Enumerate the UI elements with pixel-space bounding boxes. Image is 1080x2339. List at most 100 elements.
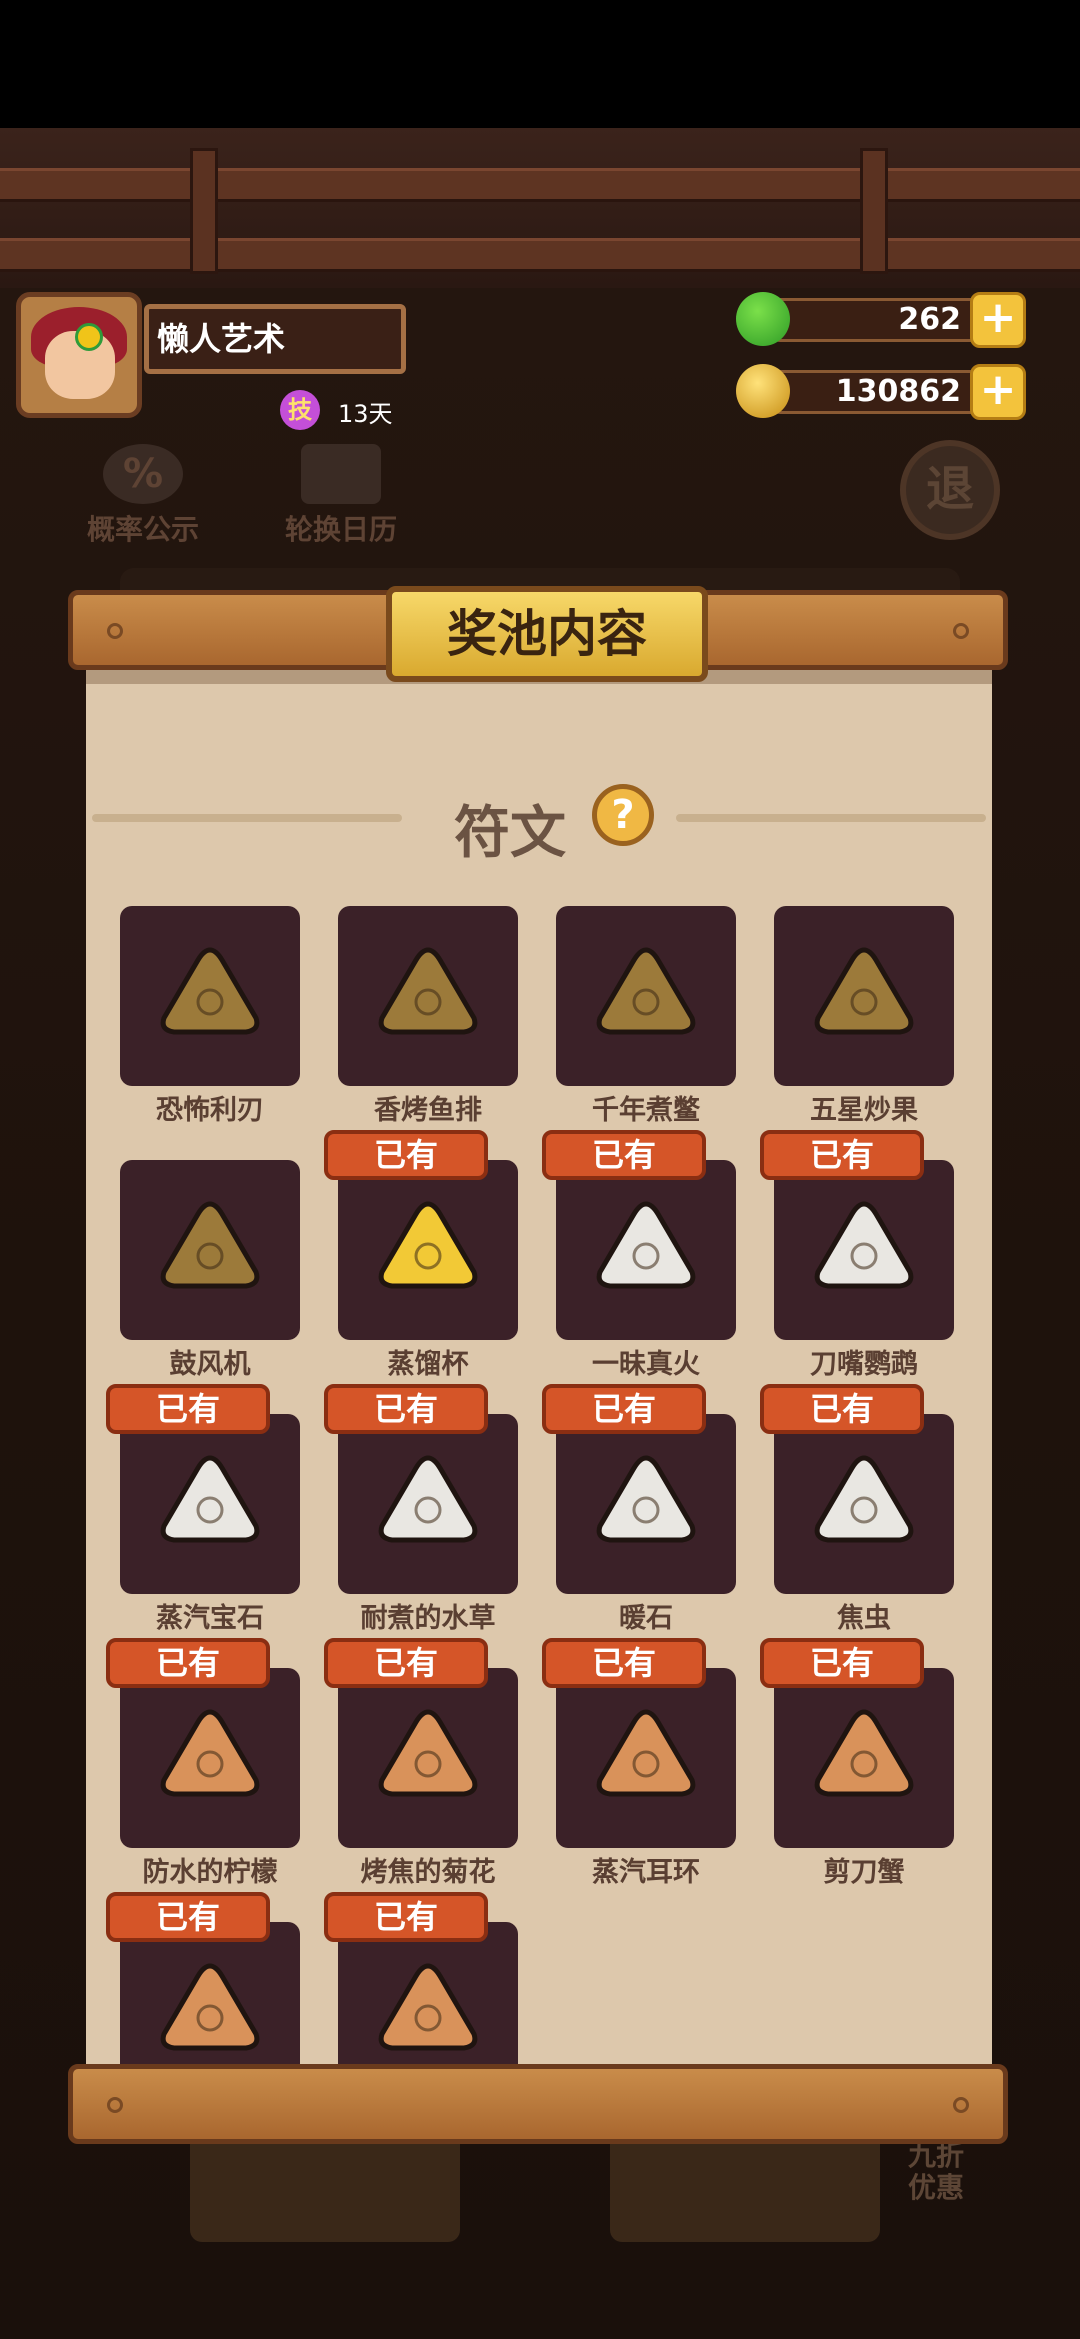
- roof-beam: [0, 238, 1080, 272]
- rune-name: 防水的柠檬: [142, 1857, 278, 1888]
- rune-name: 千年煮鳖: [592, 1095, 700, 1126]
- owned-tag: 已有: [760, 1130, 924, 1180]
- roof-beams: [0, 128, 1080, 288]
- rune-item[interactable]: 蒸馏杯 已有: [324, 1130, 518, 1380]
- rune-item[interactable]: 剪刀蟹 已有: [760, 1638, 954, 1888]
- exit-button[interactable]: 退: [900, 440, 1000, 540]
- add-jade-button[interactable]: +: [970, 292, 1026, 348]
- rune-name: 剪刀蟹: [823, 1857, 905, 1888]
- player-name: 懒人艺术: [144, 304, 406, 374]
- owned-tag: 已有: [324, 1130, 488, 1180]
- probability-button[interactable]: % 概率公示: [78, 444, 208, 548]
- rune-item[interactable]: 千年煮鳖: [556, 906, 736, 1126]
- rune-icon: [160, 947, 260, 1035]
- discount-label: 九折优惠: [907, 2139, 964, 2204]
- jade-counter: 262 +: [736, 292, 1026, 348]
- roof-strut: [860, 148, 888, 274]
- owned-tag: 已有: [106, 1384, 270, 1434]
- rune-icon: [814, 1709, 914, 1797]
- scroll-bottom-rod: [68, 2064, 1008, 2144]
- rune-item[interactable]: 暖石 已有: [542, 1384, 736, 1634]
- owned-tag: 已有: [324, 1638, 488, 1688]
- rune-name: 恐怖利刃: [156, 1095, 264, 1126]
- ten-draw-button[interactable]: [610, 2132, 880, 2242]
- rune-name: 刀嘴鹦鹉: [810, 1349, 918, 1380]
- rune-name: 五星炒果: [810, 1095, 918, 1126]
- rune-icon: [596, 1455, 696, 1543]
- calendar-icon: [301, 444, 381, 504]
- rune-name: 香烤鱼排: [374, 1095, 482, 1126]
- rod-knob: [107, 623, 123, 639]
- rune-item[interactable]: 五星炒果: [774, 906, 954, 1126]
- add-coins-button[interactable]: +: [970, 364, 1026, 420]
- rune-item[interactable]: 蒸汽耳环 已有: [542, 1638, 736, 1888]
- rune-name: 蒸汽耳环: [592, 1857, 700, 1888]
- owned-tag: 已有: [106, 1638, 270, 1688]
- rune-name: 暖石: [619, 1603, 673, 1634]
- rune-item[interactable]: 已有: [324, 1892, 518, 2066]
- rune-item[interactable]: 耐煮的水草 已有: [324, 1384, 518, 1634]
- owned-tag: 已有: [542, 1130, 706, 1180]
- rod-knob: [953, 623, 969, 639]
- jade-icon: [736, 292, 790, 346]
- section-title: 符文: [454, 801, 566, 866]
- rune-item[interactable]: 鼓风机: [120, 1160, 300, 1380]
- rune-name: 一昧真火: [592, 1349, 700, 1380]
- owned-tag: 已有: [542, 1638, 706, 1688]
- help-button[interactable]: ?: [592, 784, 654, 846]
- calendar-label: 轮换日历: [284, 513, 397, 546]
- calendar-button[interactable]: 轮换日历: [276, 444, 406, 548]
- rune-icon: [160, 1455, 260, 1543]
- percent-icon: %: [103, 444, 183, 504]
- divider-right: [676, 814, 986, 822]
- rune-name: 蒸馏杯: [387, 1349, 469, 1380]
- single-draw-button[interactable]: [190, 2132, 460, 2242]
- status-bar: [0, 0, 1080, 128]
- rune-icon: [814, 1201, 914, 1289]
- rune-item[interactable]: 蒸汽宝石 已有: [106, 1384, 300, 1634]
- rune-name: 鼓风机: [169, 1349, 251, 1380]
- pool-title: 奖池内容: [386, 586, 708, 682]
- rune-icon: [596, 1201, 696, 1289]
- owned-tag: 已有: [324, 1892, 488, 1942]
- rune-item[interactable]: 防水的柠檬 已有: [106, 1638, 300, 1888]
- roof-strut: [190, 148, 218, 274]
- skill-days: 13天: [338, 400, 393, 428]
- pool-content-panel: 符文 ? 恐怖利刃 香烤鱼排 千年煮鳖 五星炒果 鼓风机 蒸馏杯 已有 一昧真火 已有 刀嘴鹦鹉已…: [86, 660, 992, 2066]
- rune-name: 蒸汽宝石: [156, 1603, 264, 1634]
- rune-item[interactable]: 刀嘴鹦鹉 已有: [760, 1130, 954, 1380]
- rune-section-header: 符文 ?: [86, 780, 992, 866]
- rune-icon: [160, 1201, 260, 1289]
- rune-name: 烤焦的菊花: [360, 1857, 496, 1888]
- rune-grid: 恐怖利刃 香烤鱼排 千年煮鳖 五星炒果 鼓风机 蒸馏杯 已有 一昧真火 已有 刀嘴鹦鹉 已有 蒸汽宝石…: [106, 906, 960, 2066]
- owned-tag: 已有: [760, 1638, 924, 1688]
- rune-name: 耐煮的水草: [360, 1603, 496, 1634]
- rune-icon: [814, 1455, 914, 1543]
- rune-icon: [378, 1963, 478, 2051]
- rune-item[interactable]: 焦虫 已有: [760, 1384, 954, 1634]
- rune-icon: [378, 947, 478, 1035]
- rune-item[interactable]: 已有: [106, 1892, 300, 2066]
- probability-label: 概率公示: [86, 513, 199, 546]
- skill-icon[interactable]: 技: [280, 390, 320, 430]
- rune-icon: [814, 947, 914, 1035]
- divider-left: [92, 814, 402, 822]
- avatar-badge-icon: [75, 323, 103, 351]
- rune-item[interactable]: 恐怖利刃: [120, 906, 300, 1126]
- avatar[interactable]: [16, 292, 142, 418]
- rune-icon: [378, 1455, 478, 1543]
- owned-tag: 已有: [106, 1892, 270, 1942]
- rune-item[interactable]: 烤焦的菊花 已有: [324, 1638, 518, 1888]
- coin-icon: [736, 364, 790, 418]
- rune-name: 焦虫: [837, 1603, 891, 1634]
- rune-icon: [378, 1709, 478, 1797]
- rune-item[interactable]: 一昧真火 已有: [542, 1130, 736, 1380]
- owned-tag: 已有: [542, 1384, 706, 1434]
- rune-icon: [596, 1709, 696, 1797]
- rod-knob: [953, 2097, 969, 2113]
- roof-beam: [0, 168, 1080, 202]
- rune-item[interactable]: 香烤鱼排: [338, 906, 518, 1126]
- coin-counter: 130862 +: [736, 364, 1026, 420]
- rune-icon: [596, 947, 696, 1035]
- rod-knob: [107, 2097, 123, 2113]
